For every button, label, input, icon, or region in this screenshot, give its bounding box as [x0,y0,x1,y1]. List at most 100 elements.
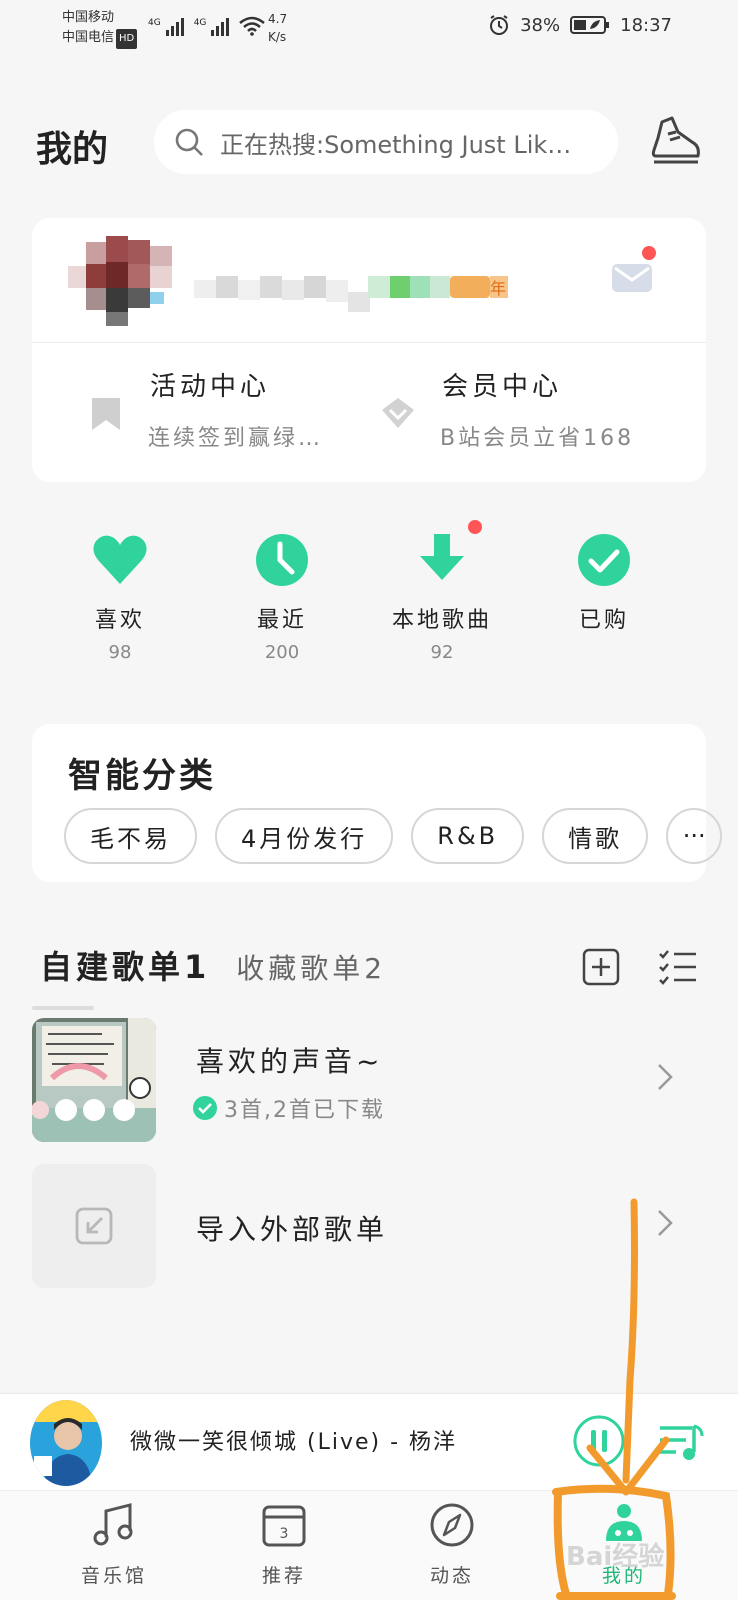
stat-count: 92 [430,642,454,663]
calendar-day: 3 [280,1526,289,1542]
activity-title: 活动中心 [150,372,271,402]
check-circle-icon [578,534,630,586]
running-mode-button[interactable] [648,112,704,172]
battery-icon [570,16,610,34]
import-playlist-item[interactable]: 导入外部歌单 [32,1164,712,1288]
chevron-right-icon [658,1064,673,1090]
vip-year-badge: 年 [490,279,506,298]
search-placeholder: 正在热搜:Something Just Lik… [220,130,572,159]
playlist-item[interactable]: 喜欢的声音~ 3首,2首已下载 [32,1018,712,1142]
profile-card: 年 活动中心 连续签到赢绿… 会员中心 B站会员立省168 [32,218,706,482]
manage-playlists-button[interactable] [658,948,698,986]
stat-label: 本地歌曲 [391,608,492,633]
nav-label: 推荐 [261,1565,306,1587]
user-profile-blurred[interactable]: 年 [68,236,508,326]
pause-icon [573,1415,625,1467]
bookmark-icon [92,398,120,430]
activity-subtitle: 连续签到赢绿… [148,426,324,451]
member-center[interactable]: 会员中心 B站会员立省168 [324,358,644,468]
carrier-1: 中国移动 [62,10,115,25]
heart-icon [93,535,147,584]
now-playing-cover [30,1400,102,1486]
tab-collected-playlists[interactable]: 收藏歌单2 [236,947,386,987]
chevron-right-icon [658,1210,673,1236]
stat-label: 最近 [256,608,307,633]
status-right: 38% 18:37 [488,14,672,36]
add-playlist-button[interactable] [582,948,620,986]
pause-button[interactable] [572,1414,626,1468]
more-categories-button[interactable]: ··· [666,808,723,864]
net-speed-unit: K/s [268,30,287,44]
member-title: 会员中心 [442,372,563,402]
import-icon [75,1207,113,1245]
tab-created-playlists[interactable]: 自建歌单1 [40,942,210,988]
status-bar: 中国移动 中国电信 HD 4G 4G 4.7 K/s 38% 18:37 [0,0,738,60]
playlist-name: 喜欢的声音~ [196,1045,384,1078]
tab-indicator [32,1006,94,1010]
message-dot [642,246,656,260]
stat-recent[interactable]: 最近 200 [202,530,362,663]
smart-category-title: 智能分类 [68,756,216,796]
playlist-meta-text: 3首,2首已下载 [224,1098,385,1123]
hd-badge: HD [116,29,138,49]
stat-label: 已购 [578,608,629,633]
nav-label: 音乐馆 [80,1565,147,1587]
nav-label: 动态 [429,1565,474,1587]
stat-count: 200 [264,642,300,663]
playlist-cover [32,1018,156,1142]
play-queue-button[interactable] [656,1418,706,1468]
signal-icon: 4G [148,18,184,36]
category-chip[interactable]: 情歌 [542,808,649,864]
member-subtitle: B站会员立省168 [440,426,635,451]
download-icon [420,534,464,580]
mail-icon [612,264,652,292]
nav-feed[interactable]: 动态 [392,1501,512,1588]
import-playlist-label: 导入外部歌单 [196,1213,389,1246]
clock-icon [256,534,308,586]
compass-icon [430,1503,474,1547]
wifi-icon [239,16,266,36]
calendar-icon: 3 [262,1505,306,1547]
plus-square-icon [582,948,620,986]
checklist-icon [659,950,696,985]
downloaded-check-icon [193,1096,217,1120]
music-note-icon [93,1503,133,1546]
message-button[interactable] [612,246,656,294]
clock: 18:37 [620,14,672,36]
category-chips: 毛不易 4月份发行 R&B 情歌 ··· [64,808,723,864]
signal-icon: 4G [194,18,230,36]
search-icon [175,128,203,156]
mini-player[interactable]: 微微一笑很倾城 (Live) - 杨洋 [0,1394,738,1490]
category-chip[interactable]: R&B [411,808,525,864]
import-cover [32,1164,156,1288]
nav-recommend[interactable]: 3 推荐 [224,1501,344,1588]
net-speed-value: 4.7 [268,12,288,26]
watermark: Bai经验 [566,1542,665,1572]
shoe-icon [651,116,700,164]
alarm-icon [490,15,509,35]
now-playing-title: 微微一笑很倾城 (Live) - 杨洋 [130,1430,458,1455]
stat-label: 喜欢 [94,608,145,633]
stat-count: 98 [108,642,132,663]
local-songs-dot [468,520,482,534]
page-title: 我的 [36,129,109,170]
playlist-tabs: 自建歌单1 收藏歌单2 [40,942,386,988]
signal-indicators: 4G 4G [148,16,266,36]
nav-music-hall[interactable]: 音乐馆 [54,1501,174,1588]
category-chip[interactable]: 4月份发行 [215,808,394,864]
carrier-2: 中国电信 [62,30,115,45]
stat-local-songs[interactable]: 本地歌曲 92 [362,520,522,663]
divider [32,342,706,343]
battery-percent: 38% [520,14,561,36]
avatar: 年 [68,236,508,326]
smart-category-card: 智能分类 毛不易 4月份发行 R&B 情歌 ··· [32,724,723,882]
quick-stats: 喜欢 98 最近 200 本地歌曲 92 已购 [32,520,706,680]
search-bar[interactable]: 正在热搜:Something Just Lik… [154,110,618,174]
category-chip[interactable]: 毛不易 [64,808,197,864]
stat-purchased[interactable]: 已购 [524,530,684,642]
stat-favorites[interactable]: 喜欢 98 [40,530,200,663]
playlist-queue-icon [660,1424,704,1460]
net-speed: 4.7 K/s [268,10,287,46]
activity-center[interactable]: 活动中心 连续签到赢绿… [32,358,352,468]
diamond-icon [382,398,414,428]
